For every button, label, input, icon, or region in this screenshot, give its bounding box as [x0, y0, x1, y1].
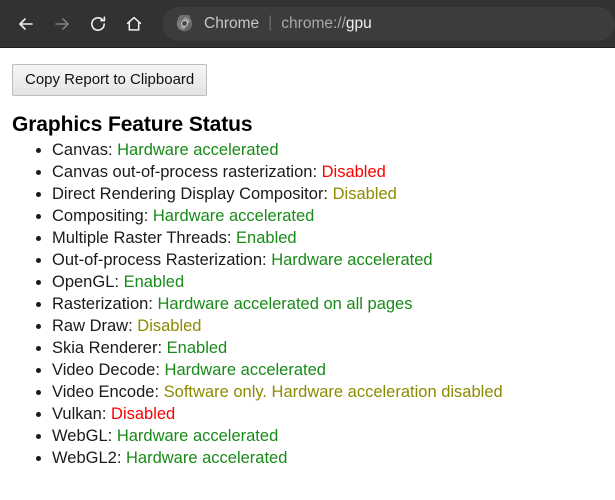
- omnibox-brand-label: Chrome: [204, 14, 260, 32]
- graphics-feature-status-list: Canvas: Hardware acceleratedCanvas out-o…: [0, 139, 615, 469]
- feature-status-item: Multiple Raster Threads: Enabled: [52, 227, 615, 249]
- forward-button[interactable]: [44, 6, 80, 42]
- feature-status-item: Out-of-process Rasterization: Hardware a…: [52, 249, 615, 271]
- reload-icon: [88, 14, 108, 34]
- feature-status-item: Canvas out-of-process rasterization: Dis…: [52, 161, 615, 183]
- feature-status-item: Rasterization: Hardware accelerated on a…: [52, 293, 615, 315]
- feature-status-item: Compositing: Hardware accelerated: [52, 205, 615, 227]
- feature-value: Disabled: [111, 405, 176, 424]
- feature-name: WebGL2:: [52, 449, 122, 468]
- home-icon: [124, 14, 144, 34]
- feature-status-item: OpenGL: Enabled: [52, 271, 615, 293]
- feature-value: Disabled: [332, 185, 397, 204]
- feature-value: Software only. Hardware acceleration dis…: [163, 383, 503, 402]
- feature-status-item: Canvas: Hardware accelerated: [52, 139, 615, 161]
- feature-value: Hardware accelerated: [117, 141, 279, 160]
- feature-name: Skia Renderer:: [52, 339, 163, 358]
- browser-toolbar: Chrome | chrome://gpu: [0, 0, 615, 48]
- omnibox-separator: |: [268, 13, 273, 31]
- feature-status-item: WebGL: Hardware accelerated: [52, 425, 615, 447]
- feature-name: Rasterization:: [52, 295, 153, 314]
- feature-name: Out-of-process Rasterization:: [52, 251, 267, 270]
- feature-status-item: Direct Rendering Display Compositor: Dis…: [52, 183, 615, 205]
- feature-value: Hardware accelerated: [152, 207, 315, 226]
- feature-status-item: Video Decode: Hardware accelerated: [52, 359, 615, 381]
- feature-name: Canvas out-of-process rasterization:: [52, 163, 318, 182]
- feature-name: WebGL:: [52, 427, 113, 446]
- copy-report-to-clipboard-button[interactable]: Copy Report to Clipboard: [12, 64, 208, 97]
- feature-name: Compositing:: [52, 207, 149, 226]
- feature-name: Video Decode:: [52, 361, 160, 380]
- omnibox-url-text[interactable]: chrome://gpu: [281, 15, 371, 33]
- feature-value: Enabled: [166, 339, 228, 358]
- feature-value: Disabled: [137, 317, 202, 336]
- feature-value: Hardware accelerated: [271, 251, 433, 270]
- feature-value: Hardware accelerated: [164, 361, 326, 380]
- feature-value: Enabled: [236, 229, 297, 248]
- reload-button[interactable]: [80, 6, 116, 42]
- feature-name: Vulkan:: [52, 405, 107, 424]
- page-title: Graphics Feature Status: [12, 113, 253, 137]
- feature-status-item: Video Encode: Software only. Hardware ac…: [52, 381, 615, 403]
- omnibox-url-scheme: chrome://: [281, 14, 346, 32]
- back-button[interactable]: [8, 6, 44, 42]
- feature-status-item: Vulkan: Disabled: [52, 403, 615, 425]
- feature-name: Raw Draw:: [52, 317, 133, 336]
- feature-name: Multiple Raster Threads:: [52, 229, 232, 248]
- address-bar[interactable]: Chrome | chrome://gpu: [162, 6, 615, 41]
- feature-name: Direct Rendering Display Compositor:: [52, 185, 329, 204]
- forward-arrow-icon: [52, 14, 72, 34]
- feature-status-item: WebGL2: Hardware accelerated: [52, 447, 615, 469]
- feature-value: Disabled: [321, 163, 386, 182]
- feature-name: OpenGL:: [52, 273, 119, 292]
- feature-status-item: Raw Draw: Disabled: [52, 315, 615, 337]
- home-button[interactable]: [116, 6, 152, 42]
- feature-value: Hardware accelerated: [116, 427, 279, 446]
- feature-value: Hardware accelerated on all pages: [157, 295, 413, 314]
- feature-status-item: Skia Renderer: Enabled: [52, 337, 615, 359]
- feature-value: Hardware accelerated: [126, 449, 288, 468]
- feature-name: Canvas:: [52, 141, 113, 160]
- gpu-page-content: Copy Report to Clipboard Graphics Featur…: [0, 48, 615, 470]
- chrome-logo-icon: [176, 14, 193, 32]
- feature-value: Enabled: [123, 273, 185, 292]
- back-arrow-icon: [16, 14, 36, 34]
- feature-name: Video Encode:: [52, 383, 160, 402]
- omnibox-url-host: gpu: [345, 14, 372, 32]
